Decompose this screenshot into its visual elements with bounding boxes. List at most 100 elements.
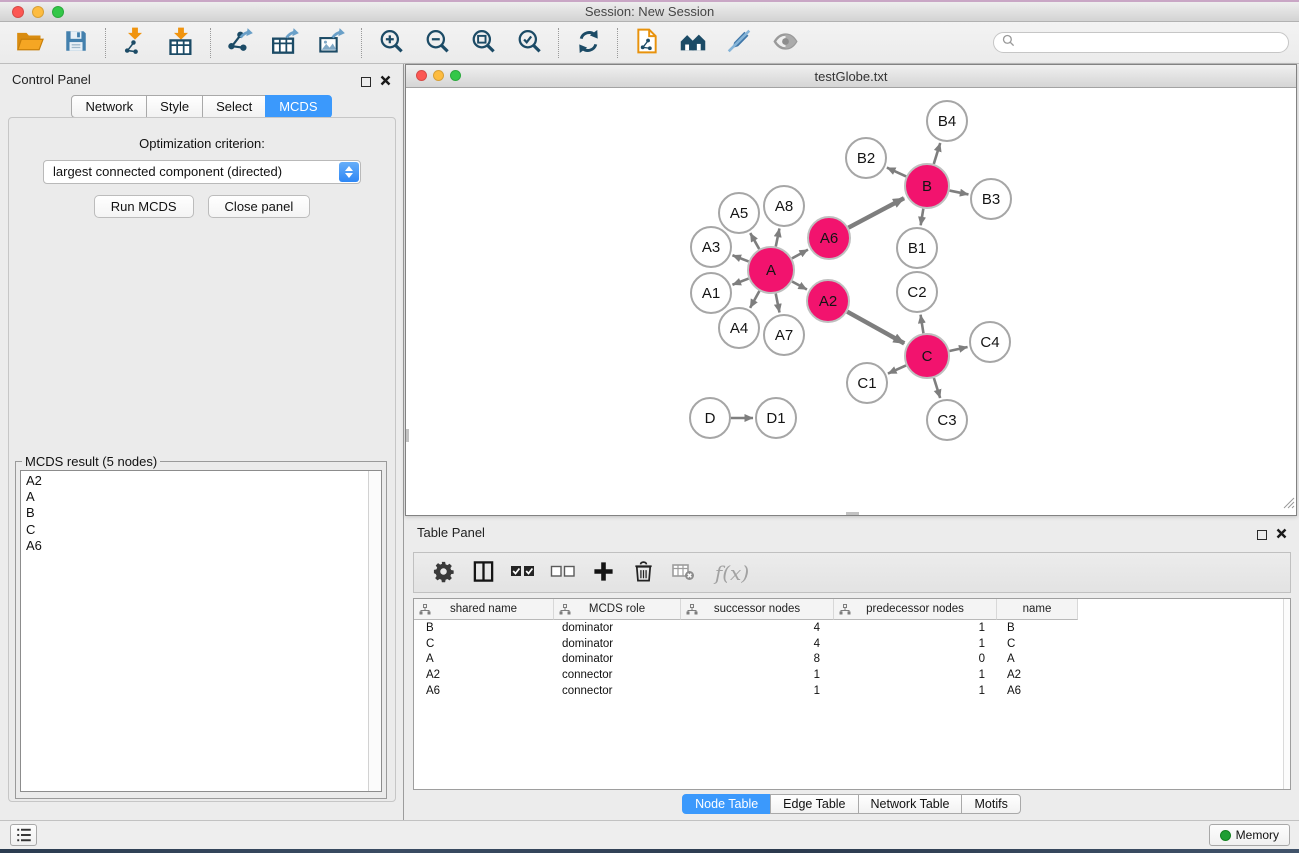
tab-network[interactable]: Network	[71, 95, 147, 118]
node-C[interactable]: C	[905, 334, 949, 378]
search-input[interactable]	[1019, 36, 1280, 50]
column-header-name[interactable]: name	[997, 599, 1078, 620]
mcds-result-item[interactable]: A2	[26, 473, 381, 489]
close-panel-icon[interactable]	[380, 73, 391, 91]
task-history-button[interactable]	[10, 824, 37, 846]
function-builder-button[interactable]: f(x)	[710, 558, 754, 588]
edge-C-C4[interactable]	[949, 347, 967, 351]
export-table-button[interactable]	[266, 25, 306, 61]
edge-A6-B[interactable]	[848, 198, 904, 228]
tab-edge-table[interactable]: Edge Table	[770, 794, 858, 814]
node-D[interactable]: D	[690, 398, 730, 438]
edge-B-B3[interactable]	[950, 191, 969, 195]
hide-labels-button[interactable]	[719, 25, 759, 61]
edge-A-A5[interactable]	[750, 233, 759, 249]
import-network-button[interactable]	[115, 25, 155, 61]
float-panel-icon[interactable]	[361, 77, 371, 87]
mcds-result-item[interactable]: A6	[26, 538, 381, 554]
node-D1[interactable]: D1	[756, 398, 796, 438]
toggle-column-view-button[interactable]	[470, 558, 496, 588]
edge-A2-C[interactable]	[847, 312, 904, 344]
tab-network-table[interactable]: Network Table	[858, 794, 963, 814]
edge-A-A7[interactable]	[776, 294, 780, 313]
zoom-in-button[interactable]	[371, 25, 411, 61]
tab-mcds[interactable]: MCDS	[265, 95, 331, 118]
network-overview-button[interactable]	[627, 25, 667, 61]
memory-button[interactable]: Memory	[1209, 824, 1290, 846]
save-session-button[interactable]	[56, 25, 96, 61]
network-canvas[interactable]: AA6A2BCA1A3A4A5A7A8B1B2B3B4C1C2C3C4DD1	[406, 89, 1296, 515]
select-all-columns-button[interactable]	[510, 558, 536, 588]
zoom-out-button[interactable]	[417, 25, 457, 61]
table-row-A2[interactable]: A2connector11A2	[414, 667, 1290, 683]
tab-select[interactable]: Select	[202, 95, 266, 118]
edge-B-B4[interactable]	[934, 143, 940, 164]
column-header-successor-nodes[interactable]: successor nodes	[681, 599, 834, 620]
export-image-button[interactable]	[312, 25, 352, 61]
export-network-button[interactable]	[220, 25, 260, 61]
import-table-button[interactable]	[161, 25, 201, 61]
zoom-fit-button[interactable]	[463, 25, 503, 61]
edge-C-C1[interactable]	[888, 365, 906, 373]
zoom-selected-button[interactable]	[509, 25, 549, 61]
close-table-panel-icon[interactable]	[1276, 526, 1287, 544]
node-A6[interactable]: A6	[808, 217, 850, 259]
node-A8[interactable]: A8	[764, 186, 804, 226]
edge-A-A8[interactable]	[776, 229, 780, 247]
table-settings-button[interactable]	[430, 558, 456, 588]
node-A3[interactable]: A3	[691, 227, 731, 267]
node-B3[interactable]: B3	[971, 179, 1011, 219]
node-A4[interactable]: A4	[719, 308, 759, 348]
node-C2[interactable]: C2	[897, 272, 937, 312]
column-header-shared-name[interactable]: shared name	[414, 599, 554, 620]
edge-A-A2[interactable]	[792, 281, 807, 289]
node-C3[interactable]: C3	[927, 400, 967, 440]
column-header-predecessor-nodes[interactable]: predecessor nodes	[834, 599, 997, 620]
run-mcds-button[interactable]: Run MCDS	[94, 195, 194, 218]
mcds-result-item[interactable]: B	[26, 505, 381, 521]
node-B4[interactable]: B4	[927, 101, 967, 141]
network-graph[interactable]: AA6A2BCA1A3A4A5A7A8B1B2B3B4C1C2C3C4DD1	[406, 89, 1296, 516]
column-header-mcds-role[interactable]: MCDS role	[554, 599, 681, 620]
node-A7[interactable]: A7	[764, 315, 804, 355]
mcds-result-list[interactable]: A2ABCA6	[20, 470, 382, 792]
node-C1[interactable]: C1	[847, 363, 887, 403]
refresh-view-button[interactable]	[568, 25, 608, 61]
table-row-A6[interactable]: A6connector11A6	[414, 683, 1290, 699]
delete-columns-button[interactable]	[630, 558, 656, 588]
node-A5[interactable]: A5	[719, 193, 759, 233]
node-A2[interactable]: A2	[807, 280, 849, 322]
edge-C-C2[interactable]	[921, 315, 924, 334]
delete-table-button[interactable]	[670, 558, 696, 588]
create-column-button[interactable]	[590, 558, 616, 588]
edge-A-A1[interactable]	[732, 279, 748, 285]
optimization-criterion-select[interactable]: largest connected component (directed)	[43, 160, 361, 184]
edge-A-A4[interactable]	[750, 291, 759, 308]
close-panel-button[interactable]: Close panel	[208, 195, 311, 218]
node-B2[interactable]: B2	[846, 138, 886, 178]
mcds-result-scrollbar[interactable]	[368, 471, 381, 791]
edge-B-B1[interactable]	[921, 209, 924, 226]
mcds-result-item[interactable]: A	[26, 489, 381, 505]
open-session-button[interactable]	[10, 25, 50, 61]
node-C4[interactable]: C4	[970, 322, 1010, 362]
table-row-B[interactable]: Bdominator41B	[414, 620, 1290, 636]
edge-A-A6[interactable]	[792, 250, 808, 259]
edge-B-B2[interactable]	[887, 168, 906, 177]
search-field[interactable]	[993, 32, 1289, 53]
float-table-panel-icon[interactable]	[1257, 530, 1267, 540]
window-resize-grip[interactable]	[1281, 495, 1295, 514]
table-row-A[interactable]: Adominator80A	[414, 651, 1290, 667]
tab-node-table[interactable]: Node Table	[682, 794, 771, 814]
edge-A-A3[interactable]	[732, 255, 748, 261]
table-row-C[interactable]: Cdominator41C	[414, 636, 1290, 652]
node-A[interactable]: A	[748, 247, 794, 293]
node-A1[interactable]: A1	[691, 273, 731, 313]
unselect-all-columns-button[interactable]	[550, 558, 576, 588]
tab-motifs[interactable]: Motifs	[961, 794, 1020, 814]
edge-C-C3[interactable]	[934, 378, 940, 398]
node-B[interactable]: B	[905, 164, 949, 208]
tab-style[interactable]: Style	[146, 95, 203, 118]
mcds-result-item[interactable]: C	[26, 522, 381, 538]
table-scrollbar[interactable]	[1283, 599, 1290, 789]
